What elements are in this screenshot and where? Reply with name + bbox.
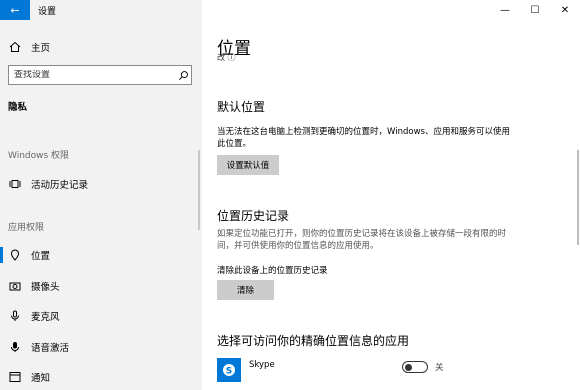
scrolled-text-fragment: 改 ⓘ — [217, 54, 236, 62]
search-icon[interactable] — [175, 70, 191, 81]
back-button[interactable]: ← — [0, 0, 30, 20]
app-name: Skype — [249, 360, 275, 370]
app-row-skype: S Skype 关 — [217, 358, 467, 384]
toggle-state-label: 关 — [435, 363, 444, 373]
clear-history-label: 清除此设备上的位置历史记录 — [217, 266, 328, 276]
location-history-description: 如果定位功能已打开，则你的位置历史记录将在该设备上被存储一段有限的时间，并可供使… — [217, 229, 507, 251]
sidebar-item-activity-history[interactable]: 活动历史记录 — [0, 173, 202, 195]
sidebar-item-label: 摄像头 — [31, 282, 60, 293]
camera-icon — [8, 279, 22, 293]
sidebar-item-voice-activation[interactable]: 语音激活 — [0, 336, 202, 358]
back-arrow-icon: ← — [10, 3, 20, 17]
maximize-button[interactable]: ☐ — [520, 0, 550, 20]
location-icon — [8, 248, 22, 262]
sidebar-scrollbar[interactable] — [198, 150, 200, 230]
home-nav-item[interactable]: 主页 — [0, 37, 202, 57]
skype-icon: S — [217, 358, 241, 382]
notifications-icon — [8, 370, 22, 384]
apps-section-heading: 选择可访问你的精确位置信息的应用 — [217, 334, 410, 348]
sidebar-item-label: 位置 — [31, 251, 51, 262]
voice-activation-icon — [8, 340, 22, 354]
svg-text:S: S — [226, 367, 232, 377]
close-button[interactable]: ✕ — [550, 0, 580, 20]
group-label-windows-permissions: Windows 权限 — [8, 151, 70, 161]
sidebar-item-location[interactable]: 位置 — [0, 244, 202, 266]
sidebar-item-camera[interactable]: 摄像头 — [0, 275, 202, 297]
search-box[interactable] — [8, 65, 192, 85]
main-content: — ☐ ✕ 位置 改 ⓘ 默认位置 当无法在这台电脑上检测到更确切的位置时，Wi… — [202, 0, 580, 390]
sidebar-item-label: 通知 — [31, 373, 51, 384]
microphone-icon — [8, 309, 22, 323]
sidebar: ← 设置 主页 隐私 Windows 权限 活动历史记录 应用权限 位置 摄像头 — [0, 0, 202, 390]
group-label-app-permissions: 应用权限 — [8, 223, 45, 233]
home-icon — [8, 40, 22, 54]
sidebar-item-notifications[interactable]: 通知 — [0, 366, 202, 388]
set-default-button[interactable]: 设置默认值 — [217, 155, 279, 175]
search-input[interactable] — [9, 70, 175, 80]
minimize-button[interactable]: — — [490, 0, 520, 20]
main-scrollbar[interactable] — [577, 150, 579, 245]
toggle-knob — [405, 363, 412, 371]
section-title: 隐私 — [8, 102, 28, 113]
sidebar-item-label: 麦克风 — [31, 312, 60, 323]
sidebar-item-label: 活动历史记录 — [31, 180, 89, 191]
default-location-description: 当无法在这台电脑上检测到更确切的位置时，Windows、应用和服务可以使用此位置… — [217, 127, 510, 149]
default-location-heading: 默认位置 — [217, 100, 266, 114]
activity-history-icon — [8, 177, 22, 191]
location-history-heading: 位置历史记录 — [217, 209, 290, 223]
home-label: 主页 — [31, 43, 51, 54]
title-bar: ← 设置 — [0, 0, 202, 20]
app-title: 设置 — [38, 7, 57, 17]
sidebar-item-label: 语音激活 — [31, 343, 70, 354]
window-controls: — ☐ ✕ — [490, 0, 580, 20]
skype-location-toggle[interactable] — [402, 361, 428, 373]
sidebar-item-microphone[interactable]: 麦克风 — [0, 305, 202, 327]
clear-button[interactable]: 清除 — [217, 280, 274, 300]
